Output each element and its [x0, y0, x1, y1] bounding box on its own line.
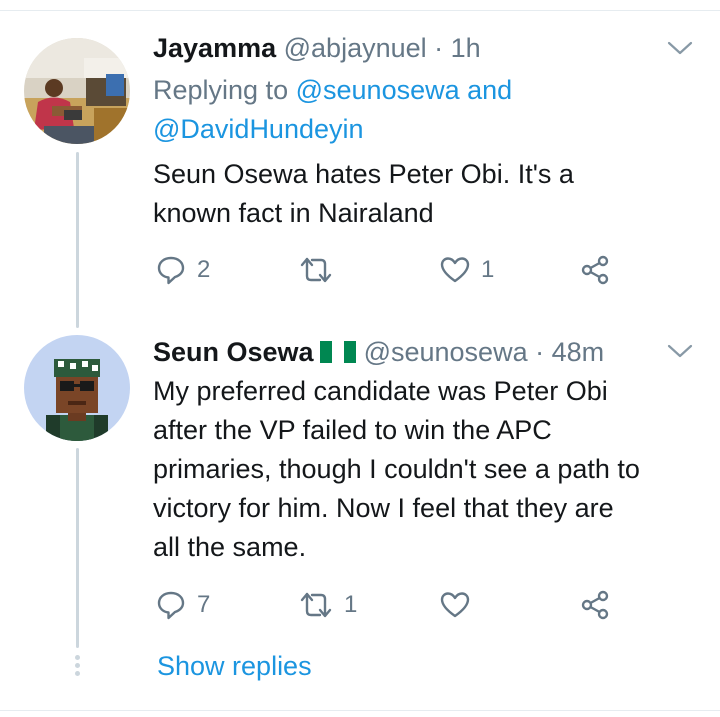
- tweet-text-line: after the VP failed to win the APC: [153, 415, 552, 445]
- share-icon: [579, 254, 611, 286]
- tweet-text: Seun Osewa hates Peter Obi. It's a known…: [153, 155, 698, 233]
- thread-line: [76, 152, 79, 328]
- like-button[interactable]: 1: [439, 250, 494, 290]
- nigeria-flag-icon: [319, 340, 356, 363]
- thread-dots: [75, 655, 80, 679]
- reply-icon: [155, 254, 187, 286]
- replying-and: and: [467, 75, 513, 105]
- reply-button[interactable]: 2: [155, 250, 210, 290]
- replying-to-label: Replying to: [153, 75, 289, 105]
- chevron-down-icon[interactable]: [666, 38, 694, 58]
- display-name[interactable]: Jayamma: [153, 33, 276, 63]
- tweet-text-line: victory for him. Now I feel that they ar…: [153, 493, 614, 523]
- like-count: 1: [481, 256, 495, 283]
- show-replies-link[interactable]: Show replies: [157, 648, 312, 684]
- tweet-actions: 2 1: [153, 250, 720, 290]
- mention-link[interactable]: @seunosewa: [296, 75, 460, 105]
- retweet-icon: [298, 254, 334, 286]
- retweet-icon: [298, 589, 334, 621]
- retweet-button[interactable]: [298, 250, 344, 290]
- tweet-header: Jayamma @abjaynuel · 1h: [153, 30, 481, 66]
- bottom-divider: [0, 710, 720, 711]
- tweet-text-line: primaries, though I couldn't see a path …: [153, 454, 640, 484]
- share-icon: [579, 589, 611, 621]
- retweet-count: 1: [344, 591, 358, 618]
- reply-count: 2: [197, 256, 211, 283]
- chevron-down-icon[interactable]: [666, 341, 694, 361]
- top-divider: [0, 10, 720, 11]
- reply-count: 7: [197, 591, 211, 618]
- avatar[interactable]: [24, 38, 130, 144]
- like-button[interactable]: [439, 585, 481, 625]
- tweet-text: My preferred candidate was Peter Obi aft…: [153, 372, 698, 567]
- timestamp[interactable]: · 1h: [434, 33, 481, 63]
- replying-to: Replying to @seunosewa and: [153, 71, 512, 109]
- display-name[interactable]: Seun Osewa: [153, 337, 314, 367]
- tweet-text-line: My preferred candidate was Peter Obi: [153, 376, 608, 406]
- timestamp[interactable]: · 48m: [535, 337, 604, 367]
- share-button[interactable]: [579, 250, 611, 290]
- thread-line: [76, 448, 79, 648]
- reply-button[interactable]: 7: [155, 585, 210, 625]
- reply-icon: [155, 589, 187, 621]
- like-icon: [439, 254, 471, 286]
- user-handle[interactable]: @abjaynuel: [284, 33, 427, 63]
- tweet-header: Seun Osewa @seunosewa · 48m: [153, 334, 604, 370]
- share-button[interactable]: [579, 585, 611, 625]
- tweet-text-line: known fact in Nairaland: [153, 198, 434, 228]
- tweet-actions: 7 1: [153, 585, 720, 625]
- mention-link[interactable]: @DavidHundeyin: [153, 114, 364, 144]
- user-handle[interactable]: @seunosewa: [364, 337, 528, 367]
- tweet-text-line: all the same.: [153, 532, 307, 562]
- avatar[interactable]: [24, 335, 130, 441]
- like-icon: [439, 589, 471, 621]
- retweet-button[interactable]: 1: [298, 585, 357, 625]
- tweet-text-line: Seun Osewa hates Peter Obi. It's a: [153, 159, 574, 189]
- replying-to-line2: @DavidHundeyin: [153, 110, 364, 148]
